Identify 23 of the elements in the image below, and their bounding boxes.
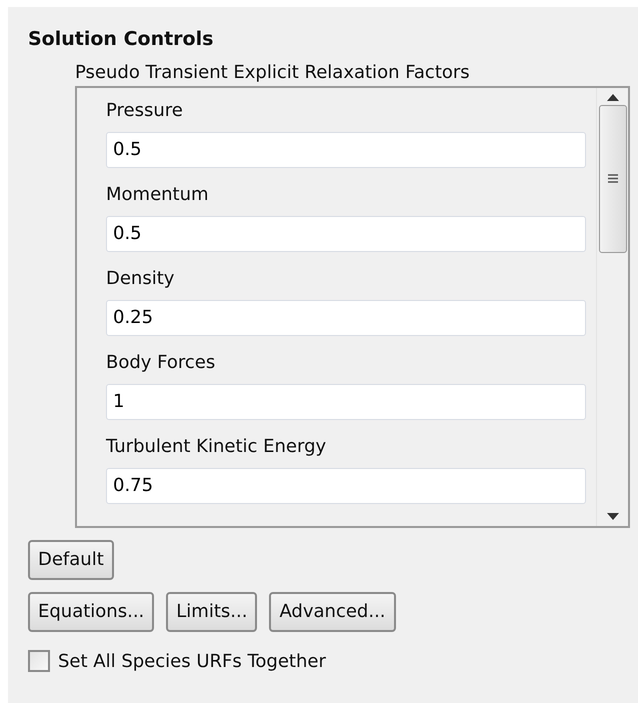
input-field[interactable]: 0.5 — [106, 216, 586, 252]
checkbox[interactable] — [28, 650, 50, 672]
input-field[interactable]: 0.25 — [106, 300, 586, 336]
field-label: Density — [106, 266, 176, 290]
input-field[interactable]: 0.5 — [106, 132, 586, 168]
field-label: Momentum — [106, 182, 210, 206]
group-label: Pseudo Transient Explicit Relaxation Factors — [75, 60, 471, 84]
field-label: Body Forces — [106, 350, 216, 374]
grip-icon — [608, 174, 618, 183]
input-field[interactable]: 1 — [106, 384, 586, 420]
scroll-up-icon[interactable] — [606, 94, 618, 100]
dialog-button[interactable]: Limits... — [166, 592, 258, 632]
checkbox-label: Set All Species URFs Together — [58, 650, 326, 674]
scroll-thumb[interactable] — [598, 104, 626, 252]
section-title: Solution Controls — [28, 27, 214, 52]
field-label: Turbulent Kinetic Energy — [106, 434, 328, 458]
scrollbar[interactable] — [596, 88, 628, 526]
scroll-down-icon[interactable] — [606, 512, 618, 520]
field-label: Pressure — [106, 98, 184, 122]
dialog-button[interactable]: Advanced... — [269, 592, 396, 632]
dialog-button[interactable]: Default — [28, 540, 114, 580]
dialog-button[interactable]: Equations... — [28, 592, 154, 632]
input-field[interactable]: 0.75 — [106, 468, 586, 504]
